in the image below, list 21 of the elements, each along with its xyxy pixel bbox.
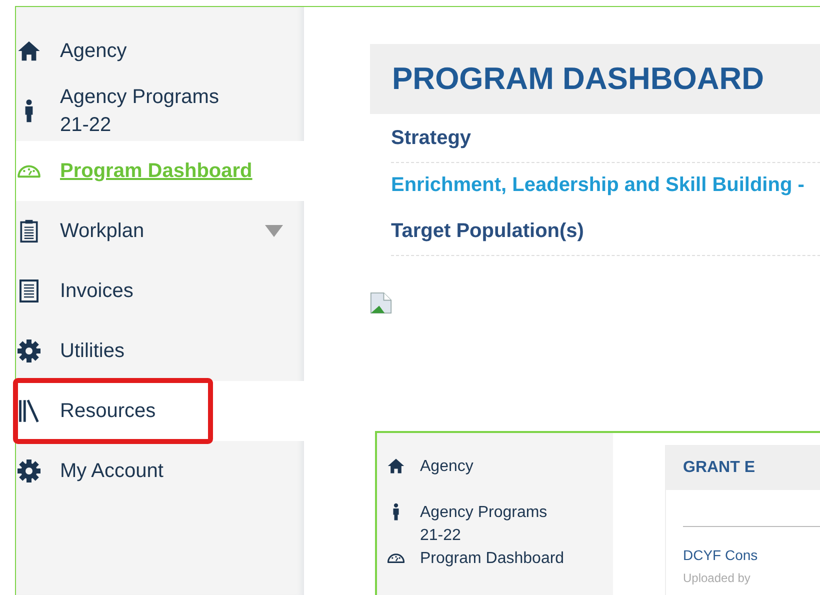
sidebar-item[interactable]: Utilities <box>16 321 304 381</box>
sidebar-item: Program Dashboard <box>377 547 613 593</box>
document-icon <box>17 279 41 303</box>
page-title: PROGRAM DASHBOARD <box>392 61 764 97</box>
home-icon <box>17 39 41 63</box>
sidebar-item[interactable]: Resources <box>16 381 304 441</box>
broken-image-icon <box>370 292 392 314</box>
books-icon <box>17 399 41 423</box>
section-label: Target Population(s) <box>391 207 820 256</box>
card-title: GRANT E <box>683 459 755 477</box>
document-meta: Uploaded by <box>683 571 752 585</box>
sidebar-item[interactable]: Workplan <box>16 201 304 261</box>
sidebar-item[interactable]: Agency <box>16 21 304 81</box>
section-label: Strategy <box>391 114 820 163</box>
clipboard-icon <box>17 219 41 243</box>
home-icon <box>387 457 405 475</box>
sidebar-item: Agency <box>377 455 613 501</box>
sidebar-item[interactable]: Agency Programs 21-22 <box>16 81 304 141</box>
sidebar-item[interactable]: Invoices <box>16 261 304 321</box>
sidebar-item: Agency Programs 21-22 <box>377 501 613 547</box>
sidebar-item[interactable]: My Account <box>16 441 304 501</box>
